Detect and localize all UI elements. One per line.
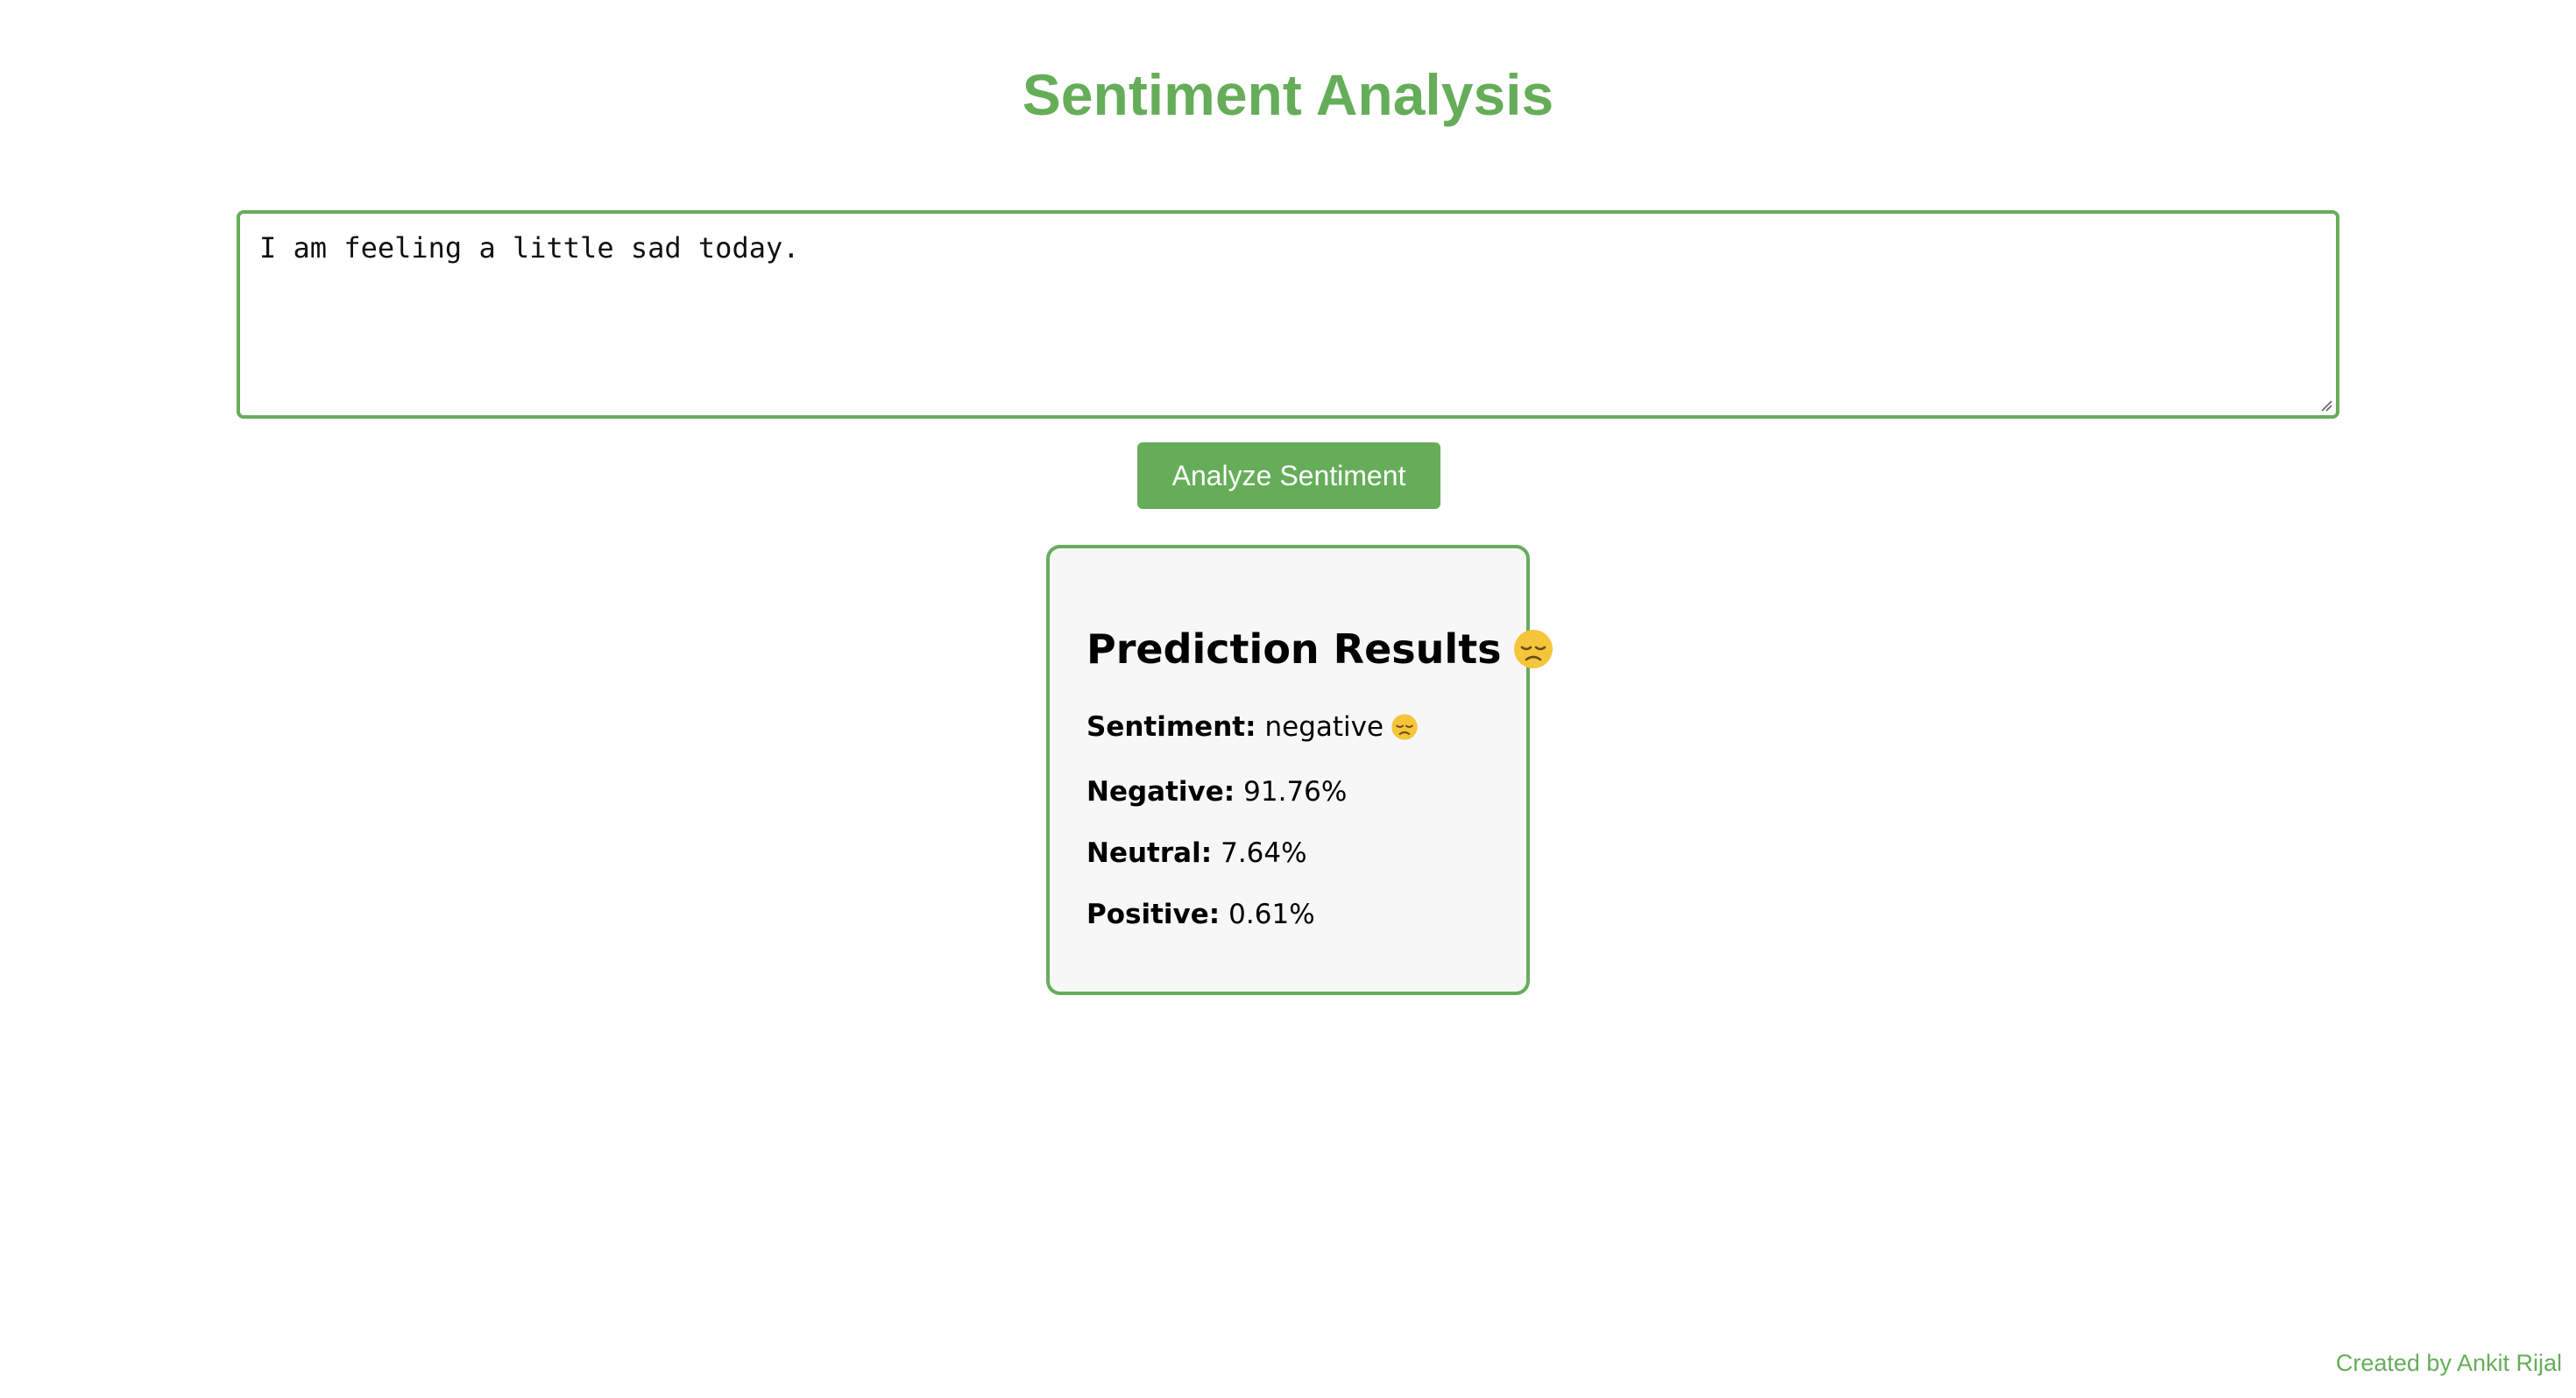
disappointed-face-icon [1391,714,1418,740]
result-label: Positive: [1086,899,1221,930]
disappointed-face-icon [1513,630,1553,668]
result-row-negative: Negative: 91.76% [1086,776,1347,808]
result-label: Neutral: [1086,837,1213,869]
resize-handle-icon[interactable] [2318,398,2332,412]
result-value: 0.61% [1228,899,1315,930]
result-value: 91.76% [1243,776,1348,808]
analyze-sentiment-button[interactable]: Analyze Sentiment [1137,442,1440,509]
result-row-neutral: Neutral: 7.64% [1086,837,1307,869]
page: Sentiment Analysis I am feeling a little… [0,0,2576,1398]
result-value: 7.64% [1221,837,1307,869]
result-value: negative [1264,711,1384,743]
footer-credit: Created by Ankit Rijal [2335,1350,2562,1376]
result-label: Negative: [1086,776,1235,808]
results-heading: Prediction Results [1086,625,1554,673]
result-row-positive: Positive: 0.61% [1086,899,1315,930]
result-row-sentiment: Sentiment: negative [1086,711,1419,743]
text-input-container: I am feeling a little sad today. [237,210,2339,419]
results-heading-text: Prediction Results [1086,625,1502,673]
text-input[interactable]: I am feeling a little sad today. [240,214,2336,415]
results-card: Prediction Results Sentiment: negative N… [1046,545,1553,995]
result-label: Sentiment: [1086,711,1256,743]
page-title: Sentiment Analysis [1022,62,1554,127]
